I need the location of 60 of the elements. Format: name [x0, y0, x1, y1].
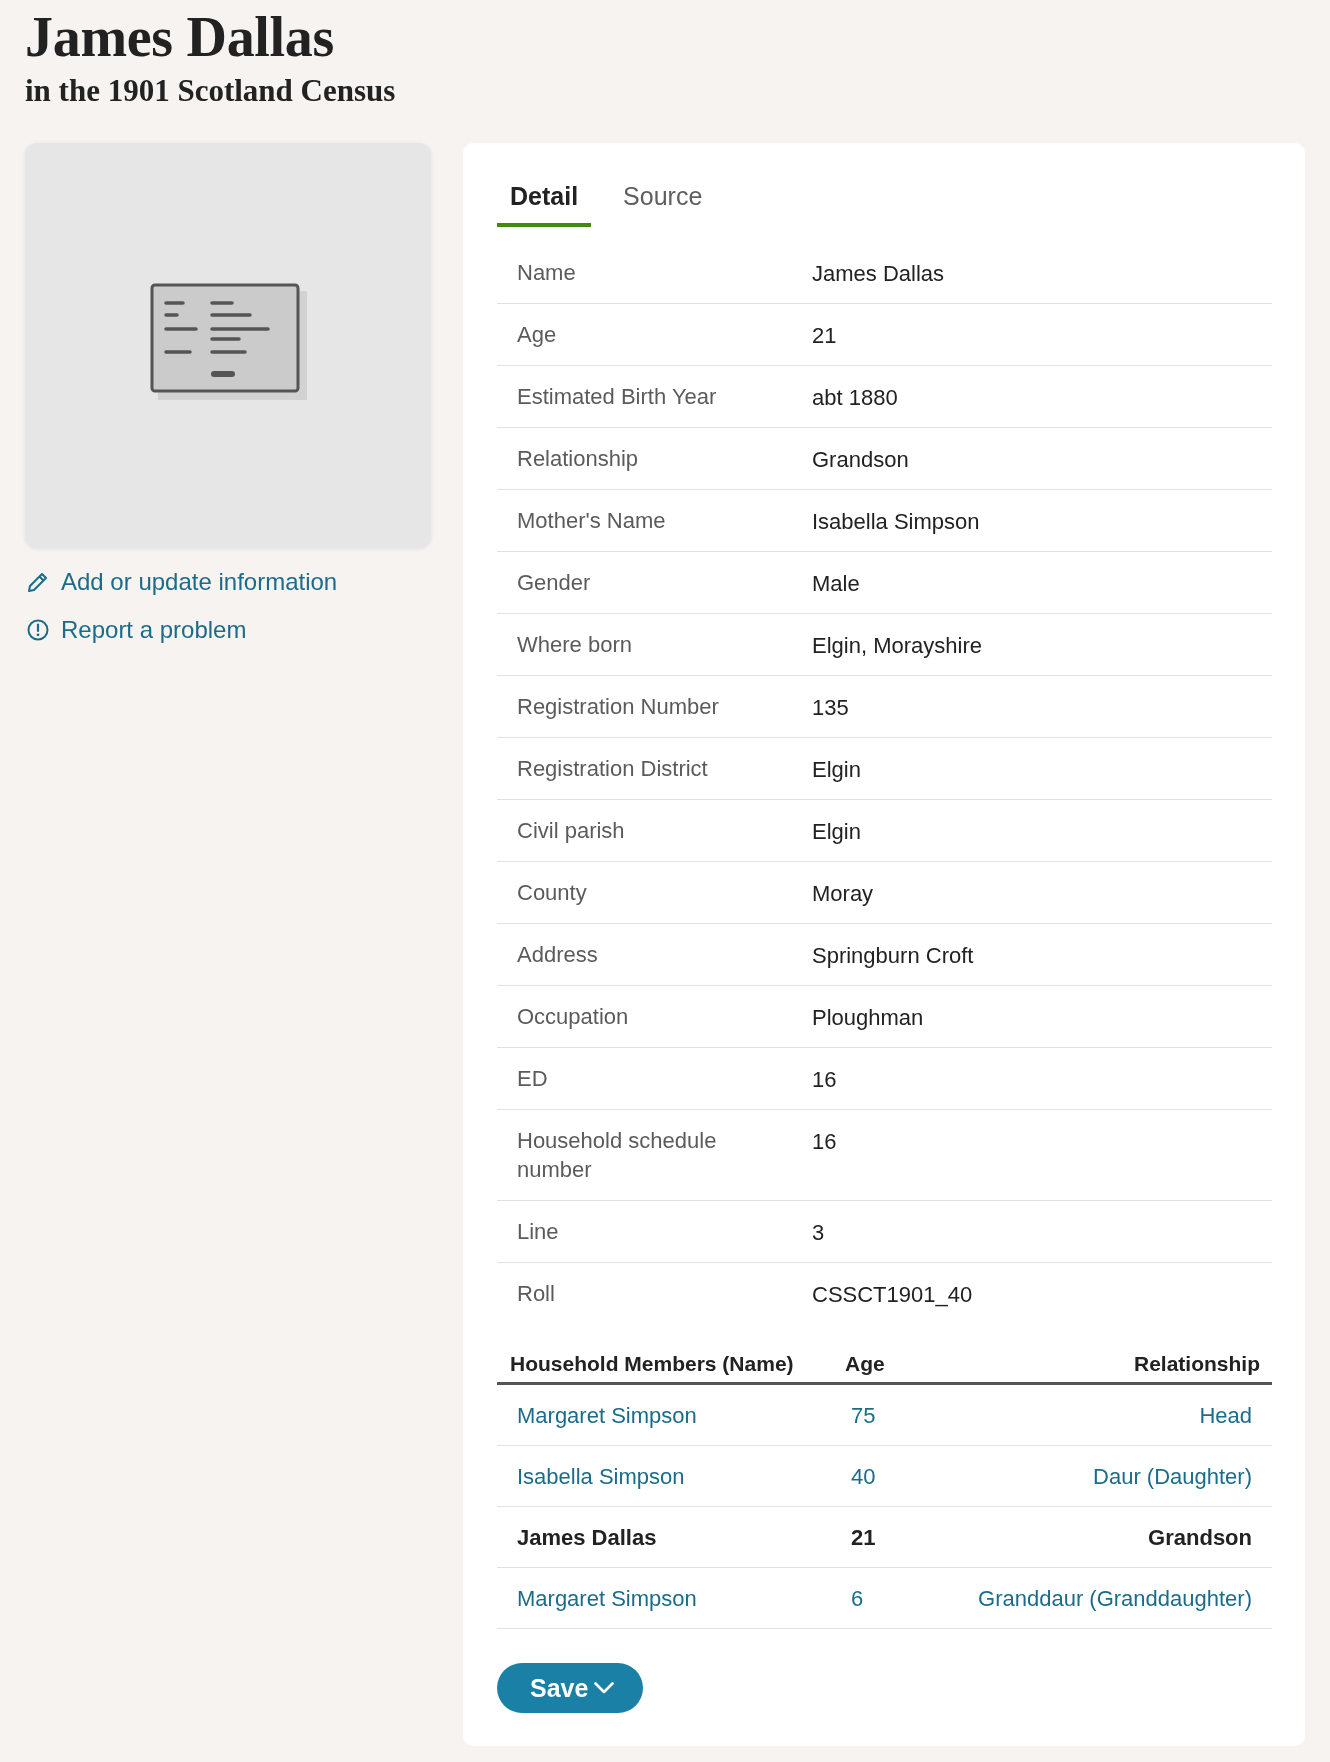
field-value: Male — [812, 570, 861, 598]
field-label: Registration Number — [516, 693, 720, 721]
record-form-icon — [149, 283, 307, 400]
field-value: 16 — [812, 1128, 838, 1156]
field-value: abt 1880 — [812, 384, 899, 412]
field-label: Mother's Name — [516, 507, 667, 535]
field-value: 21 — [812, 322, 838, 350]
member-name-link[interactable]: Margaret Simpson — [517, 1402, 697, 1428]
column-header: Household Members (Name) — [509, 1351, 795, 1377]
field-label: Relationship — [516, 445, 640, 473]
field-value: 16 — [812, 1066, 838, 1094]
field-value: 135 — [812, 694, 850, 722]
field-value: Isabella Simpson — [812, 508, 981, 536]
field-label: Roll — [516, 1280, 556, 1308]
field-label: Name — [516, 259, 577, 287]
field-value: 3 — [812, 1219, 826, 1247]
field-value: Elgin — [812, 818, 862, 846]
member-age-link[interactable]: 40 — [851, 1463, 876, 1489]
field-value: CSSCT1901_40 — [812, 1281, 974, 1309]
column-header: Age — [845, 1351, 886, 1377]
pencil-icon — [27, 571, 49, 593]
member-relationship-link[interactable]: Granddaur (Granddaughter) — [978, 1585, 1252, 1611]
member-age-link[interactable]: 75 — [851, 1402, 876, 1428]
member-relationship-link[interactable]: Daur (Daughter) — [1093, 1463, 1252, 1489]
field-value: Springburn Croft — [812, 942, 975, 970]
save-button[interactable]: Save — [497, 1663, 644, 1713]
page-subtitle: in the 1901 Scotland Census — [25, 72, 397, 110]
field-label: Civil parish — [516, 817, 626, 845]
field-label: Estimated Birth Year — [516, 383, 718, 411]
field-label: County — [516, 879, 588, 907]
member-age: 21 — [851, 1524, 876, 1550]
field-value: Elgin — [812, 756, 862, 784]
field-label: ED — [516, 1065, 549, 1093]
field-value: Grandson — [812, 446, 910, 474]
field-value: Ploughman — [812, 1004, 925, 1032]
field-value: Elgin, Morayshire — [812, 632, 983, 660]
field-value: Moray — [812, 880, 875, 908]
member-age-link[interactable]: 6 — [851, 1585, 864, 1611]
column-header: Relationship — [1133, 1351, 1261, 1377]
member-relationship-link[interactable]: Head — [1199, 1402, 1252, 1428]
member-name-link[interactable]: Isabella Simpson — [517, 1463, 685, 1489]
tab[interactable]: Source — [610, 165, 716, 227]
field-label: Where born — [516, 631, 633, 659]
exclamation-circle-icon — [27, 619, 49, 641]
field-label: Address — [516, 941, 599, 969]
page-title: James Dallas — [25, 6, 336, 68]
field-label: Gender — [516, 569, 592, 597]
tab[interactable]: Detail — [497, 165, 592, 227]
field-label: Age — [516, 321, 558, 349]
field-label: Household schedule number — [516, 1127, 718, 1184]
field-value: James Dallas — [812, 260, 946, 288]
field-label: Line — [516, 1218, 560, 1246]
add-update-link[interactable]: Add or update information — [27, 568, 338, 596]
report-problem-link[interactable]: Report a problem — [27, 616, 247, 644]
chevron-down-icon — [594, 1682, 615, 1694]
field-label: Registration District — [516, 755, 709, 783]
member-relationship: Grandson — [1148, 1524, 1252, 1550]
member-name-link[interactable]: Margaret Simpson — [517, 1585, 697, 1611]
member-name: James Dallas — [517, 1524, 657, 1550]
field-label: Occupation — [516, 1003, 630, 1031]
